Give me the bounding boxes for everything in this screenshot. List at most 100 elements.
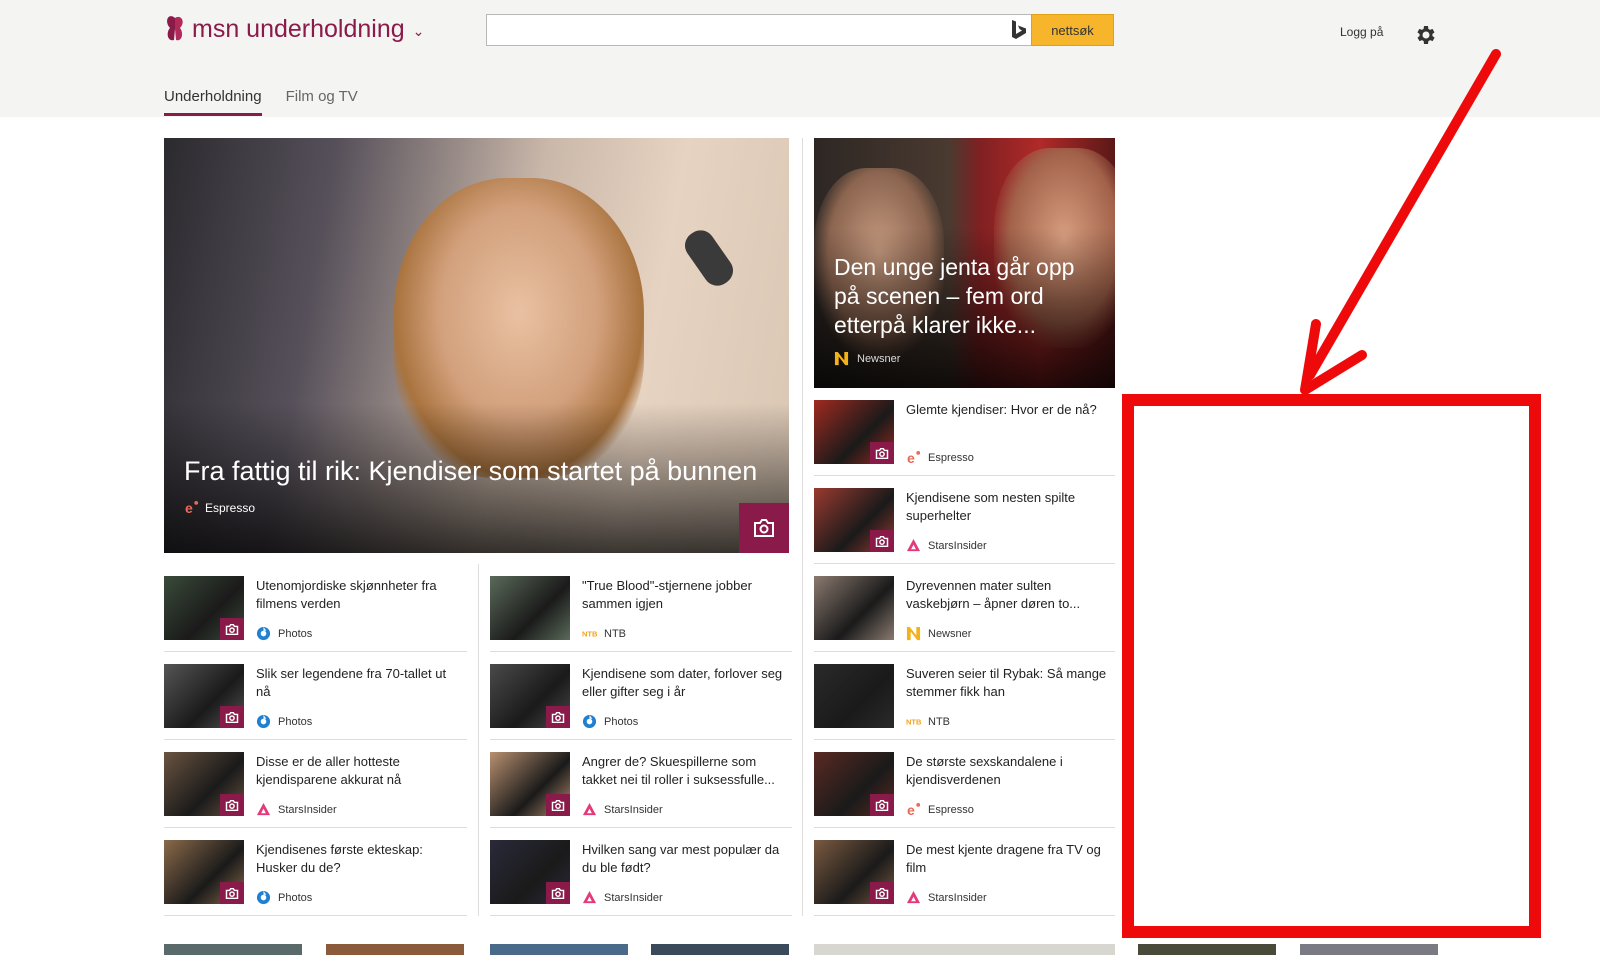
story-title[interactable]: Kjendisene som dater, forlover seg eller…: [582, 665, 788, 701]
story-item[interactable]: Utenomjordiske skjønnheter fra filmens v…: [164, 564, 467, 652]
story-item[interactable]: Angrer de? Skuespillerne som takket nei …: [490, 740, 792, 828]
search-box: nettsøk: [486, 14, 1114, 46]
butterfly-icon: [167, 16, 183, 41]
svg-text:NTB: NTB: [906, 717, 921, 726]
starsinsider-icon: [582, 802, 597, 816]
camera-icon: [870, 794, 894, 816]
espresso-icon: e: [907, 802, 921, 817]
camera-icon: [546, 706, 570, 728]
camera-icon: [220, 882, 244, 904]
story-item[interactable]: De mest kjente dragene fra TV og film Sta…: [814, 828, 1115, 916]
story-item[interactable]: Dyrevennen mater sulten vaskebjørn – åpn…: [814, 564, 1115, 652]
column-divider: [802, 138, 803, 916]
camera-icon: [870, 530, 894, 552]
story-thumbnail[interactable]: [814, 840, 894, 904]
story-title[interactable]: De største sexskandalene i kjendisverden…: [906, 753, 1111, 789]
story-source-label: Espresso: [928, 803, 974, 816]
header: msn underholdning ⌄ nettsøk Logg på Unde…: [0, 0, 1600, 117]
story-thumbnail[interactable]: [490, 840, 570, 904]
story-thumbnail[interactable]: [814, 752, 894, 816]
search-button[interactable]: nettsøk: [1031, 14, 1114, 46]
camera-icon: [220, 618, 244, 640]
story-source: StarsInsider: [256, 802, 337, 817]
chevron-down-icon[interactable]: ⌄: [413, 23, 425, 40]
story-source-label: StarsInsider: [928, 539, 987, 552]
story-source: StarsInsider: [582, 802, 663, 817]
story-source-label: StarsInsider: [604, 891, 663, 904]
story-thumbnail[interactable]: [814, 400, 894, 464]
newsner-icon: [906, 626, 921, 641]
story-source-label: Photos: [604, 715, 639, 728]
svg-text:e: e: [907, 802, 915, 817]
feature-card[interactable]: Den unge jenta går opp på scenen – fem o…: [814, 138, 1115, 388]
story-item[interactable]: Hvilken sang var mest populær da du ble …: [490, 828, 792, 916]
story-thumbnail[interactable]: [164, 840, 244, 904]
story-title[interactable]: Utenomjordiske skjønnheter fra filmens v…: [256, 577, 463, 613]
story-title[interactable]: Disse er de aller hotteste kjendisparene…: [256, 753, 463, 789]
story-item[interactable]: Suveren seier til Rybak: Så mange stemme…: [814, 652, 1115, 740]
story-title[interactable]: Angrer de? Skuespillerne som takket nei …: [582, 753, 788, 789]
story-title[interactable]: Slik ser legendene fra 70-tallet ut nå: [256, 665, 463, 701]
story-source: NTB NTB: [906, 714, 950, 729]
story-item[interactable]: Disse er de aller hotteste kjendisparene…: [164, 740, 467, 828]
gear-icon[interactable]: [1413, 23, 1437, 47]
story-item[interactable]: Kjendisene som nesten spilte superhelter…: [814, 476, 1115, 564]
camera-icon: [220, 794, 244, 816]
story-item[interactable]: Slik ser legendene fra 70-tallet ut nå Ph…: [164, 652, 467, 740]
tab-underholdning[interactable]: Underholdning: [164, 88, 262, 116]
login-link[interactable]: Logg på: [1340, 25, 1383, 39]
camera-icon: [546, 882, 570, 904]
tab-film-og-tv[interactable]: Film og TV: [286, 88, 358, 116]
bottom-thumb: [1138, 944, 1276, 955]
story-title[interactable]: Suveren seier til Rybak: Så mange stemme…: [906, 665, 1111, 701]
story-thumbnail[interactable]: [814, 664, 894, 728]
story-thumbnail[interactable]: [814, 488, 894, 552]
story-thumbnail[interactable]: [490, 576, 570, 640]
bing-icon: [1012, 20, 1026, 39]
story-title[interactable]: Kjendisenes første ekteskap: Husker du d…: [256, 841, 463, 877]
story-title[interactable]: Glemte kjendiser: Hvor er de nå?: [906, 401, 1111, 419]
story-item[interactable]: "True Blood"-stjernene jobber sammen igj…: [490, 564, 792, 652]
story-thumbnail[interactable]: [490, 664, 570, 728]
feature-title[interactable]: Den unge jenta går opp på scenen – fem o…: [834, 253, 1104, 340]
story-thumbnail[interactable]: [164, 664, 244, 728]
story-item[interactable]: Kjendisene som dater, forlover seg eller…: [490, 652, 792, 740]
story-item[interactable]: De største sexskandalene i kjendisverden…: [814, 740, 1115, 828]
story-title[interactable]: Kjendisene som nesten spilte superhelter: [906, 489, 1111, 525]
story-thumbnail[interactable]: [490, 752, 570, 816]
story-item[interactable]: Glemte kjendiser: Hvor er de nå? e Espress…: [814, 388, 1115, 476]
annotation-box: [1122, 394, 1541, 938]
msn-logo[interactable]: msn underholdning ⌄: [164, 14, 424, 44]
story-source: Photos: [256, 890, 312, 905]
story-source-label: NTB: [928, 715, 950, 728]
story-title[interactable]: De mest kjente dragene fra TV og film: [906, 841, 1111, 877]
hero-title[interactable]: Fra fattig til rik: Kjendiser som starte…: [184, 456, 774, 487]
story-source-label: Photos: [278, 715, 313, 728]
hero-card[interactable]: Fra fattig til rik: Kjendiser som starte…: [164, 138, 789, 553]
story-source: StarsInsider: [582, 890, 663, 905]
story-source-label: Espresso: [928, 451, 974, 464]
story-title[interactable]: "True Blood"-stjernene jobber sammen igj…: [582, 577, 788, 613]
starsinsider-icon: [582, 890, 597, 904]
section-nav: Underholdning Film og TV: [164, 88, 358, 116]
photos-icon: [256, 626, 271, 641]
espresso-icon: e: [907, 450, 921, 465]
camera-icon: [870, 442, 894, 464]
story-thumbnail[interactable]: [164, 576, 244, 640]
story-source: Photos: [256, 626, 312, 641]
search-input[interactable]: [487, 15, 1007, 45]
story-source-label: Photos: [278, 627, 313, 640]
bottom-thumb: [326, 944, 464, 955]
story-thumbnail[interactable]: [814, 576, 894, 640]
camera-icon: [739, 503, 789, 553]
story-item[interactable]: Kjendisenes første ekteskap: Husker du d…: [164, 828, 467, 916]
hero-source: e Espresso: [184, 500, 255, 515]
feature-source: Newsner: [834, 351, 900, 366]
starsinsider-icon: [906, 890, 921, 904]
story-title[interactable]: Dyrevennen mater sulten vaskebjørn – åpn…: [906, 577, 1111, 613]
bottom-thumb: [1300, 944, 1438, 955]
story-source-label: StarsInsider: [278, 803, 337, 816]
story-title[interactable]: Hvilken sang var mest populær da du ble …: [582, 841, 788, 877]
story-thumbnail[interactable]: [164, 752, 244, 816]
svg-text:NTB: NTB: [582, 629, 597, 638]
